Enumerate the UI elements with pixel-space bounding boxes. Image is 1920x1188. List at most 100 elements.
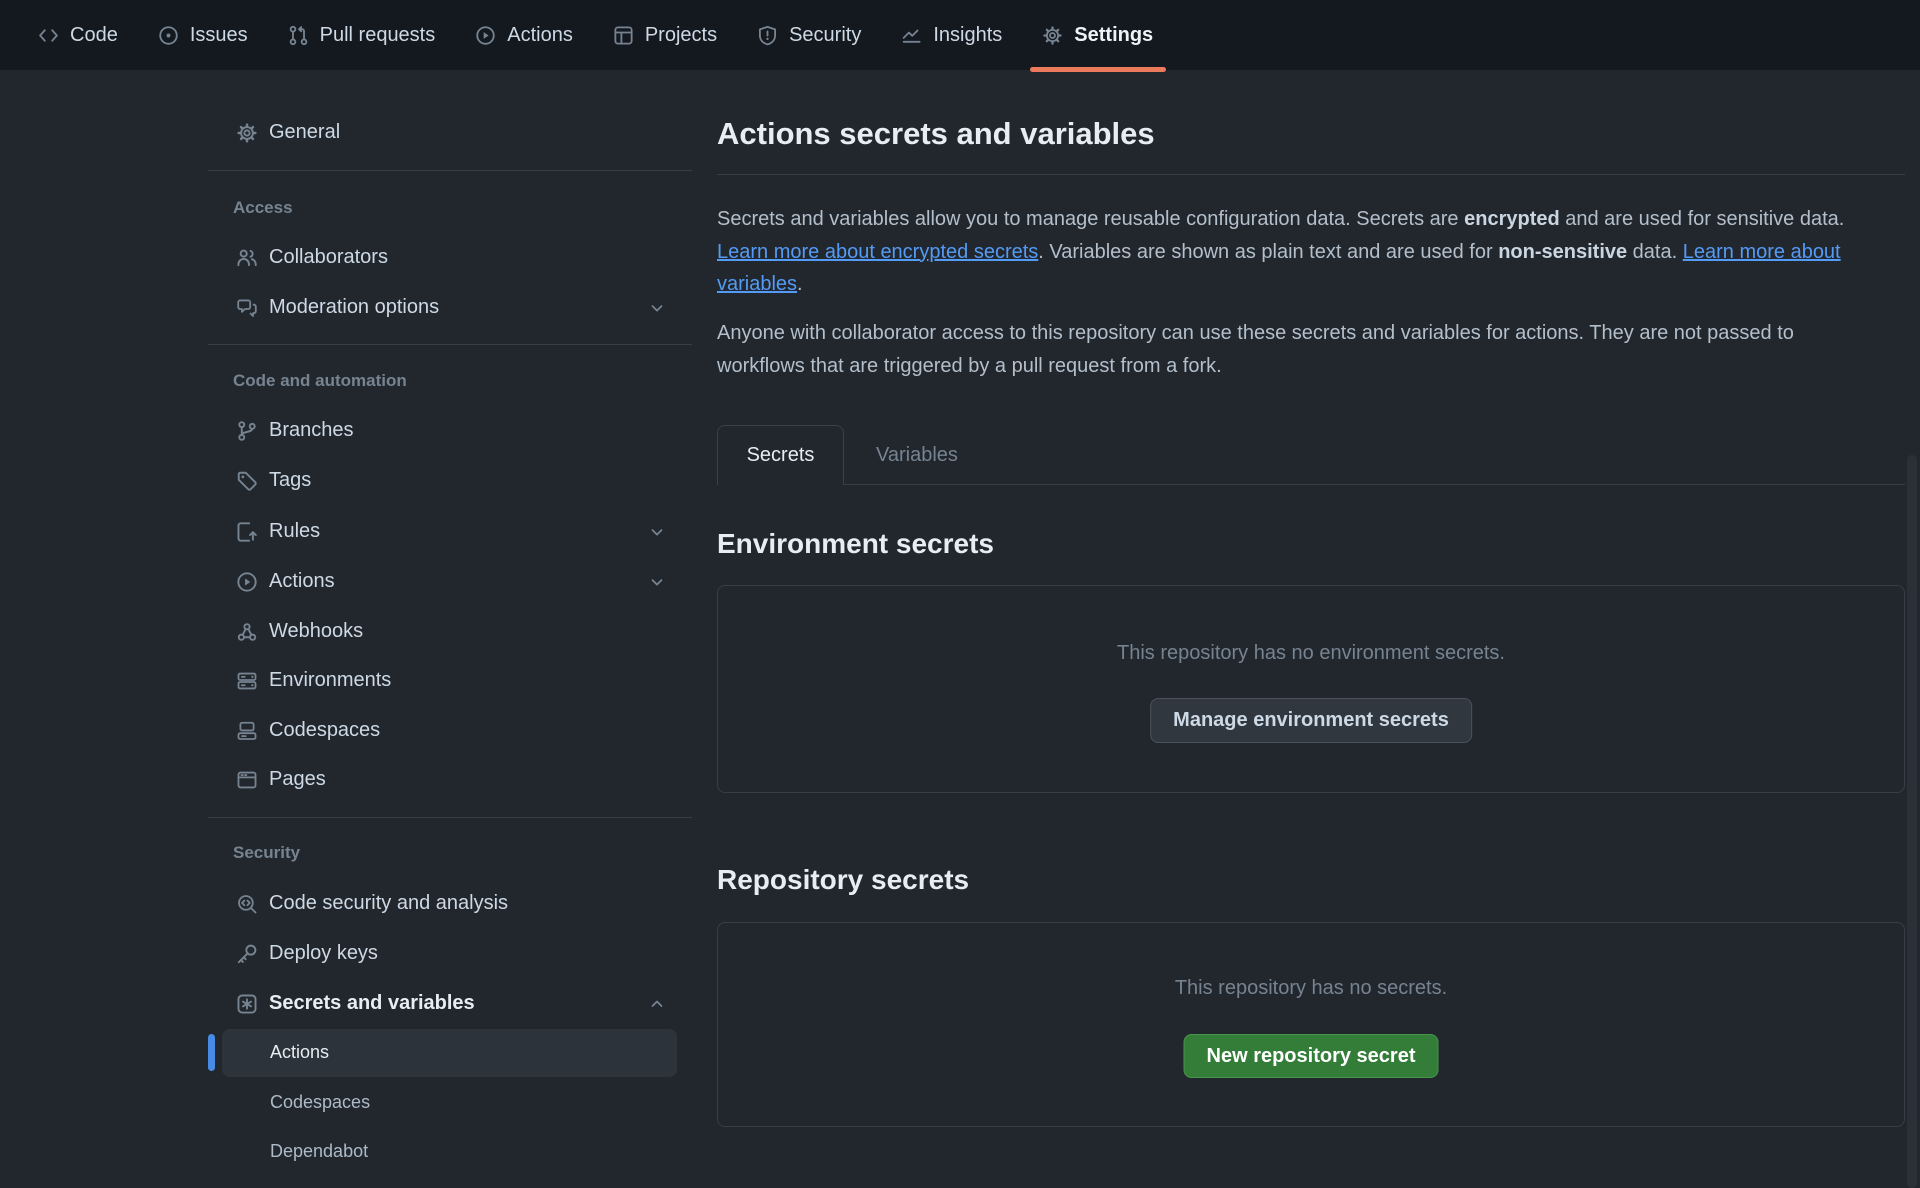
- play-icon: [475, 25, 496, 46]
- chevron-down-icon: [648, 523, 666, 541]
- chevron-up-icon: [648, 995, 666, 1013]
- title-divider: [717, 174, 1905, 175]
- sidebar-item-label: Moderation options: [269, 296, 439, 319]
- server-icon: [236, 670, 258, 692]
- sidebar-divider: [208, 170, 692, 171]
- tab-variables[interactable]: Variables: [844, 425, 990, 485]
- intro-text: . Variables are shown as plain text and …: [1038, 241, 1498, 263]
- sidebar-item-secrets-and-variables[interactable]: Secrets and variables: [208, 979, 692, 1028]
- sidebar-item-label: Actions: [269, 570, 335, 593]
- environment-secrets-empty-text: This repository has no environment secre…: [718, 642, 1904, 665]
- nav-tab-label: Issues: [190, 24, 248, 47]
- sidebar-item-rules[interactable]: Rules: [208, 507, 692, 556]
- sidebar-section-security: Security: [233, 841, 673, 865]
- selected-item-accent-bar: [208, 1034, 215, 1071]
- sidebar-item-label: Environments: [269, 669, 391, 692]
- tag-icon: [236, 470, 258, 492]
- chevron-down-icon: [648, 573, 666, 591]
- manage-environment-secrets-button[interactable]: Manage environment secrets: [1150, 698, 1472, 743]
- chevron-down-icon: [648, 299, 666, 317]
- table-icon: [613, 25, 634, 46]
- nav-tab-label: Actions: [507, 24, 573, 47]
- sidebar-item-collaborators[interactable]: Collaborators: [208, 233, 692, 282]
- tabnav-border: [844, 484, 1905, 485]
- nav-tab-label: Insights: [933, 24, 1002, 47]
- nav-tab-settings[interactable]: Settings: [1042, 0, 1153, 70]
- key-icon: [236, 943, 258, 965]
- sidebar-item-environments[interactable]: Environments: [208, 656, 692, 705]
- repository-secrets-heading: Repository secrets: [717, 864, 969, 896]
- sidebar-item-label: Branches: [269, 419, 354, 442]
- sidebar-item-label: Deploy keys: [269, 942, 378, 965]
- browser-icon: [236, 769, 258, 791]
- shield-icon: [757, 25, 778, 46]
- intro-bold-encrypted: encrypted: [1464, 208, 1560, 230]
- repo-tab-nav: Code Issues Pull requests Actions Projec: [0, 0, 1920, 70]
- sidebar-subitem-label: Actions: [270, 1042, 329, 1063]
- sidebar-item-pages[interactable]: Pages: [208, 755, 692, 804]
- sidebar-item-actions[interactable]: Actions: [208, 557, 692, 606]
- git-branch-icon: [236, 420, 258, 442]
- sidebar-subitem-dependabot[interactable]: Dependabot: [208, 1127, 692, 1176]
- sidebar-divider: [208, 817, 692, 818]
- sidebar-item-codespaces[interactable]: Codespaces: [208, 706, 692, 755]
- codescan-icon: [236, 893, 258, 915]
- sidebar-item-moderation-options[interactable]: Moderation options: [208, 283, 692, 332]
- intro-text: Secrets and variables allow you to manag…: [717, 208, 1464, 230]
- nav-tab-issues[interactable]: Issues: [158, 0, 248, 70]
- webhook-icon: [236, 621, 258, 643]
- nav-tab-projects[interactable]: Projects: [613, 0, 717, 70]
- codespaces-icon: [236, 720, 258, 742]
- collaborator-access-paragraph: Anyone with collaborator access to this …: [717, 317, 1877, 382]
- key-asterisk-icon: [236, 993, 258, 1015]
- link-learn-more-encrypted-secrets[interactable]: Learn more about encrypted secrets: [717, 241, 1038, 263]
- page-title: Actions secrets and variables: [717, 116, 1155, 152]
- nav-tab-security[interactable]: Security: [757, 0, 861, 70]
- intro-paragraph: Secrets and variables allow you to manag…: [717, 203, 1877, 301]
- repository-secrets-empty-box: This repository has no secrets. New repo…: [717, 922, 1905, 1127]
- nav-tab-label: Security: [789, 24, 861, 47]
- nav-tab-label: Settings: [1074, 24, 1153, 47]
- sidebar-item-deploy-keys[interactable]: Deploy keys: [208, 929, 692, 978]
- people-icon: [236, 247, 258, 269]
- git-pull-request-icon: [288, 25, 309, 46]
- graph-icon: [901, 25, 922, 46]
- nav-tab-code[interactable]: Code: [38, 0, 118, 70]
- play-icon: [236, 571, 258, 593]
- sidebar-item-label: General: [269, 121, 340, 144]
- repository-secrets-empty-text: This repository has no secrets.: [718, 977, 1904, 1000]
- nav-tab-insights[interactable]: Insights: [901, 0, 1002, 70]
- sidebar-item-label: Secrets and variables: [269, 992, 475, 1015]
- sidebar-item-label: Tags: [269, 469, 311, 492]
- gear-icon: [236, 122, 258, 144]
- nav-tab-pull-requests[interactable]: Pull requests: [288, 0, 436, 70]
- sidebar-item-label: Code security and analysis: [269, 892, 508, 915]
- nav-tab-actions[interactable]: Actions: [475, 0, 573, 70]
- code-icon: [38, 25, 59, 46]
- sidebar-item-branches[interactable]: Branches: [208, 406, 692, 455]
- nav-tab-label: Pull requests: [320, 24, 436, 47]
- sidebar-item-tags[interactable]: Tags: [208, 456, 692, 505]
- new-repository-secret-button[interactable]: New repository secret: [1184, 1034, 1439, 1078]
- sidebar-item-general[interactable]: General: [208, 108, 692, 157]
- sidebar-item-label: Codespaces: [269, 719, 380, 742]
- environment-secrets-heading: Environment secrets: [717, 528, 994, 560]
- sidebar-section-code-and-automation: Code and automation: [233, 369, 673, 393]
- secrets-variables-tabnav: Secrets Variables: [717, 425, 1905, 485]
- sidebar-item-code-security-and-analysis[interactable]: Code security and analysis: [208, 879, 692, 928]
- vertical-scrollbar-thumb[interactable]: [1907, 455, 1917, 1188]
- sidebar-divider: [208, 344, 692, 345]
- tab-secrets[interactable]: Secrets: [717, 425, 844, 485]
- gear-icon: [1042, 25, 1063, 46]
- issue-opened-icon: [158, 25, 179, 46]
- intro-text: and are used for sensitive data.: [1560, 208, 1845, 230]
- repo-push-icon: [236, 521, 258, 543]
- sidebar-item-label: Webhooks: [269, 620, 363, 643]
- github-repo-settings-page: Code Issues Pull requests Actions Projec: [0, 0, 1920, 1188]
- sidebar-item-webhooks[interactable]: Webhooks: [208, 607, 692, 656]
- comment-discussion-icon: [236, 297, 258, 319]
- sidebar-subitem-actions[interactable]: Actions: [208, 1028, 692, 1077]
- environment-secrets-empty-box: This repository has no environment secre…: [717, 585, 1905, 793]
- nav-tab-label: Code: [70, 24, 118, 47]
- sidebar-subitem-codespaces[interactable]: Codespaces: [208, 1078, 692, 1127]
